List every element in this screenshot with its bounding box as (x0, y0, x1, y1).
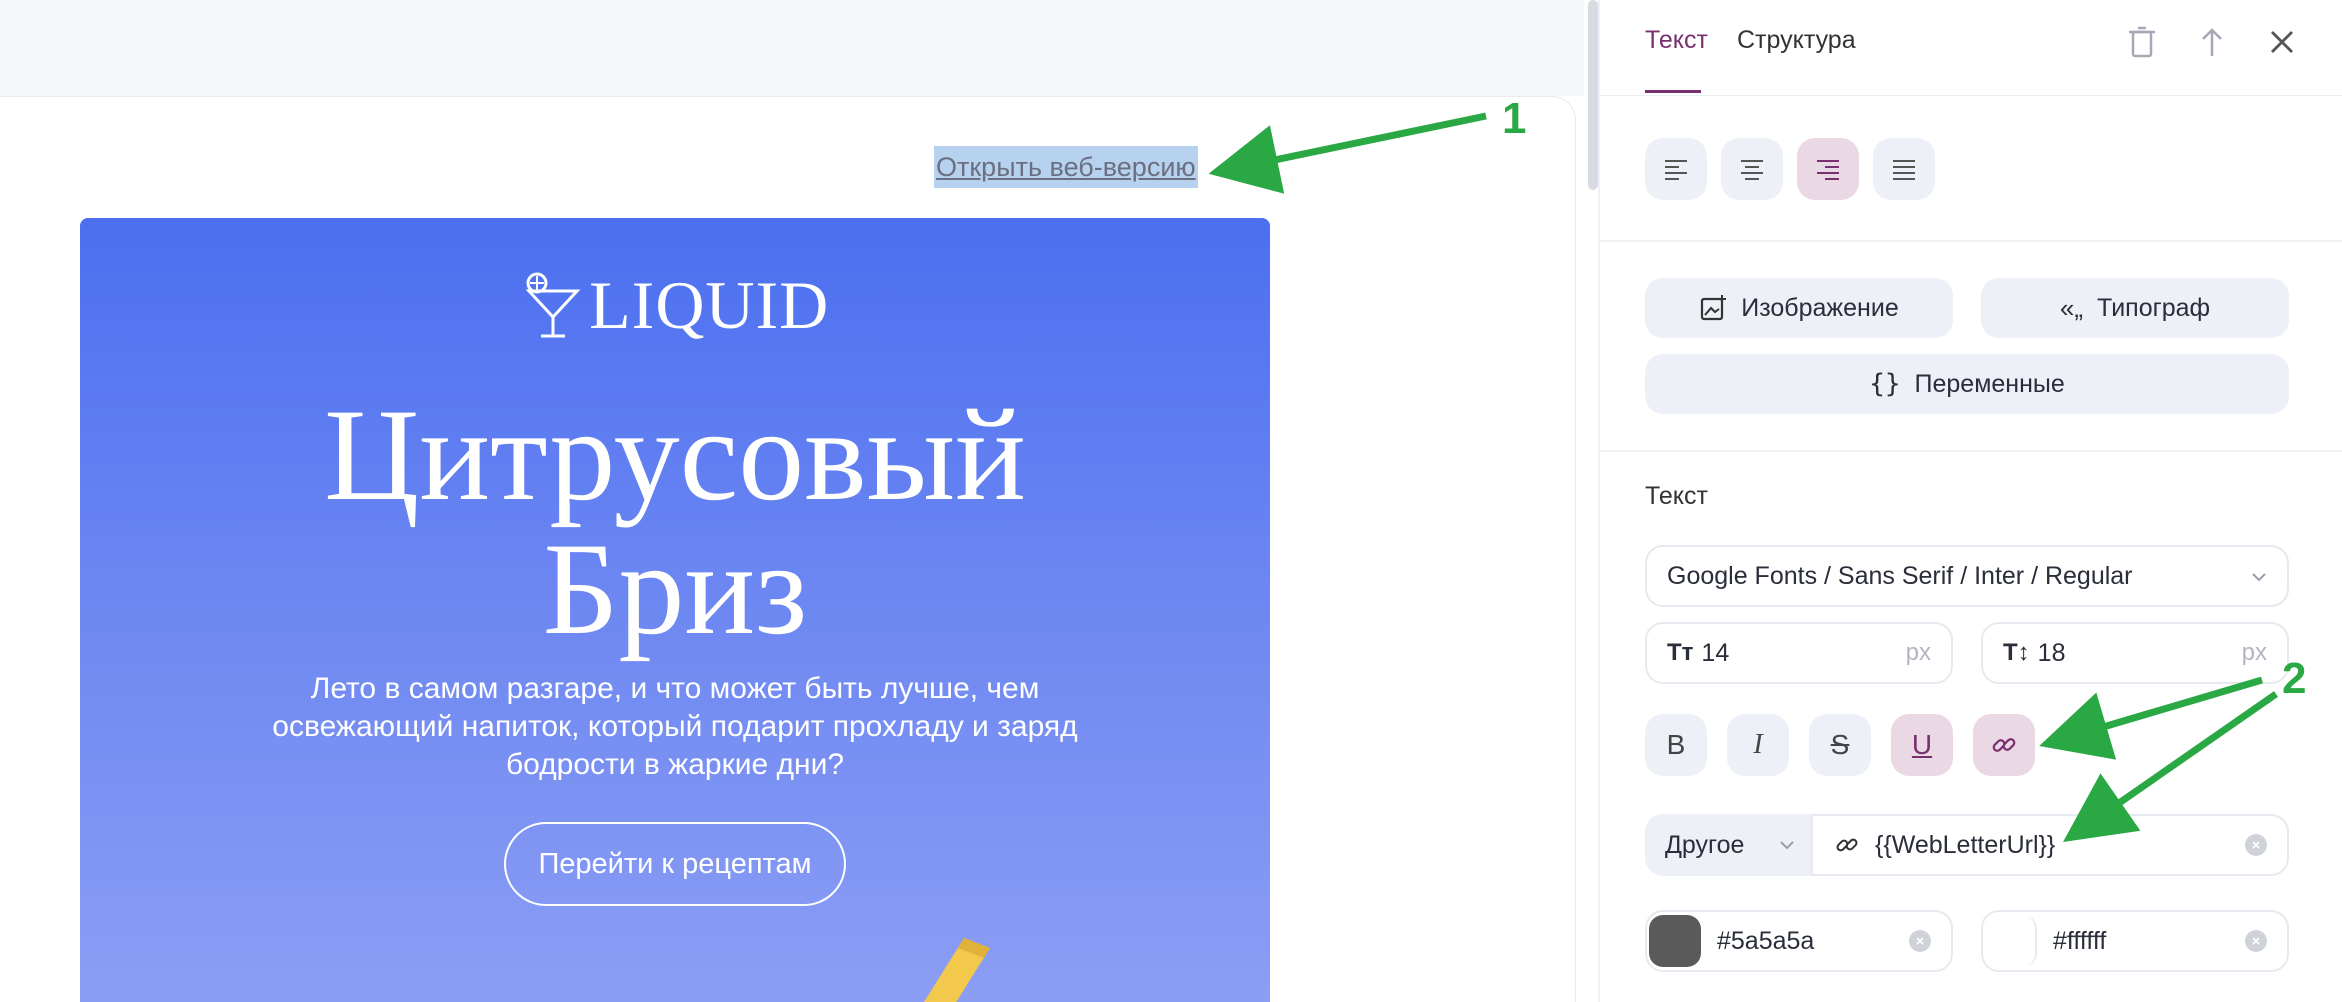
annotation-marker-2: 2 (2282, 654, 2307, 703)
annotation-arrow-2b (2063, 691, 2278, 842)
annotation-arrow-1 (1208, 112, 1487, 194)
annotation-marker-1: 1 (1502, 94, 1527, 143)
annotation-arrow-2a (2039, 676, 2263, 760)
annotation-arrows (1208, 112, 2278, 842)
